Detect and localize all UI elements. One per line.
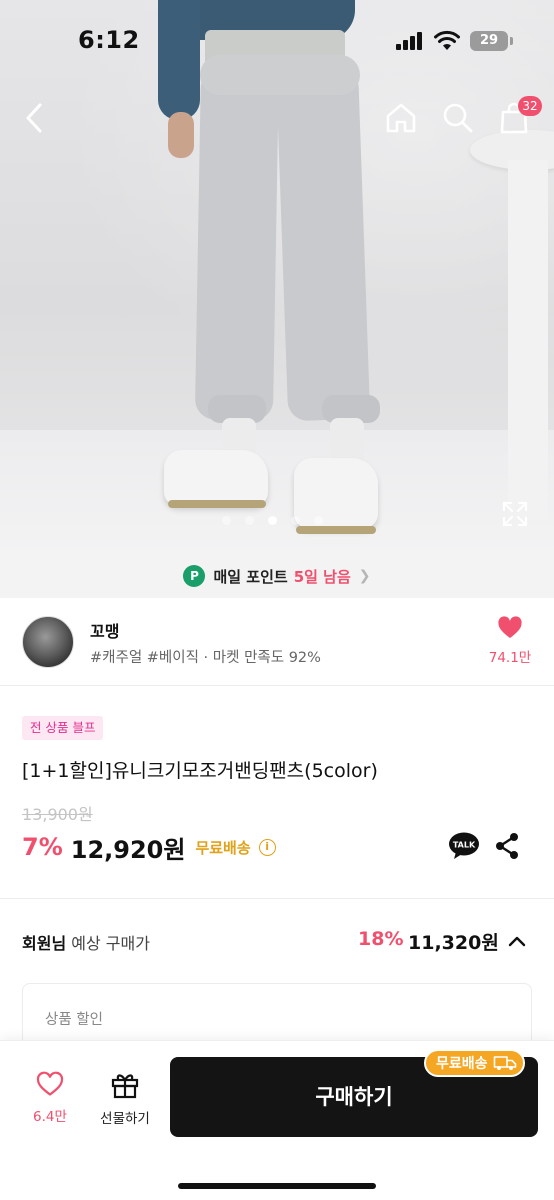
gift-button[interactable]: 선물하기 bbox=[92, 1071, 158, 1127]
search-button[interactable] bbox=[438, 98, 478, 138]
share-button[interactable] bbox=[494, 832, 520, 860]
free-shipping-label: 무료배송 bbox=[195, 838, 251, 857]
cellular-signal-icon bbox=[396, 32, 424, 50]
cart-count-badge: 32 bbox=[518, 96, 542, 116]
original-price: 13,900원 bbox=[22, 805, 93, 824]
search-icon bbox=[443, 103, 473, 133]
shop-avatar[interactable] bbox=[22, 616, 74, 668]
discount-rate: 7% bbox=[22, 833, 63, 861]
svg-text:TALK: TALK bbox=[453, 841, 476, 850]
member-expected-price: 11,320원 bbox=[408, 932, 499, 954]
member-price-row[interactable]: 회원님 예상 구매가 18% 11,320원 bbox=[0, 920, 554, 964]
battery-icon: 29 bbox=[470, 31, 513, 51]
fullscreen-button[interactable] bbox=[500, 499, 530, 529]
product-title: [1+1할인]유니크기모조거밴딩팬츠(5color) bbox=[22, 760, 378, 782]
free-shipping-pill: 무료배송 bbox=[424, 1049, 525, 1077]
daily-points-banner[interactable]: P 매일 포인트 5일 남음 ❯ bbox=[0, 554, 554, 598]
chevron-up-icon[interactable] bbox=[506, 930, 528, 952]
discount-section-title: 상품 할인 bbox=[45, 1012, 103, 1028]
pagination-dot[interactable] bbox=[245, 516, 254, 525]
gift-label: 선물하기 bbox=[100, 1111, 150, 1127]
shop-tags: #캐주얼 #베이직 · 마켓 만족도 92% bbox=[90, 650, 321, 666]
pagination-dot[interactable] bbox=[314, 516, 323, 525]
wishlist-count: 6.4만 bbox=[33, 1109, 67, 1125]
chevron-right-icon: ❯ bbox=[358, 568, 371, 584]
points-icon: P bbox=[183, 565, 206, 587]
bottom-action-bar: 6.4만 선물하기 구매하기 무료배송 bbox=[0, 1040, 554, 1200]
chevron-left-icon bbox=[26, 103, 42, 133]
expand-icon bbox=[502, 501, 528, 527]
shop-like-button[interactable]: 74.1만 bbox=[484, 616, 536, 666]
shop-row[interactable]: 꼬맹 #캐주얼 #베이직 · 마켓 만족도 92% 74.1만 bbox=[0, 598, 554, 686]
heart-outline-icon bbox=[36, 1071, 64, 1096]
back-button[interactable] bbox=[14, 98, 54, 138]
status-bar: 6:12 29 bbox=[0, 0, 554, 80]
price-row: 7% 12,920원 무료배송 i bbox=[22, 830, 276, 864]
truck-icon bbox=[493, 1056, 516, 1070]
pagination-dot[interactable] bbox=[268, 516, 277, 525]
pagination-dot[interactable] bbox=[291, 516, 300, 525]
talk-icon: TALK bbox=[449, 832, 479, 859]
shop-like-count: 74.1만 bbox=[488, 650, 532, 666]
home-icon bbox=[386, 103, 416, 133]
gift-icon bbox=[111, 1074, 139, 1099]
sale-price: 12,920원 bbox=[70, 835, 186, 864]
info-icon[interactable]: i bbox=[258, 838, 276, 856]
heart-filled-icon bbox=[498, 616, 522, 638]
wifi-icon bbox=[434, 30, 460, 50]
free-shipping-pill-label: 무료배송 bbox=[436, 1056, 488, 1072]
promo-badge: 전 상품 블프 bbox=[22, 716, 104, 740]
points-label: 매일 포인트 bbox=[213, 567, 288, 586]
wishlist-button[interactable]: 6.4만 bbox=[22, 1071, 78, 1125]
points-days-left: 5일 남음 bbox=[293, 567, 351, 586]
pagination-dot[interactable] bbox=[222, 516, 231, 525]
shop-name[interactable]: 꼬맹 bbox=[90, 618, 119, 642]
divider bbox=[0, 898, 554, 899]
kakao-talk-button[interactable]: TALK bbox=[448, 832, 480, 860]
product-image[interactable] bbox=[0, 0, 554, 554]
gallery-pagination bbox=[222, 516, 323, 528]
member-price-label: 회원님 예상 구매가 bbox=[22, 934, 150, 953]
status-time: 6:12 bbox=[78, 26, 140, 54]
member-discount-rate: 18% bbox=[358, 928, 404, 950]
home-button[interactable] bbox=[381, 98, 421, 138]
home-indicator bbox=[178, 1183, 376, 1189]
share-icon bbox=[496, 833, 518, 859]
